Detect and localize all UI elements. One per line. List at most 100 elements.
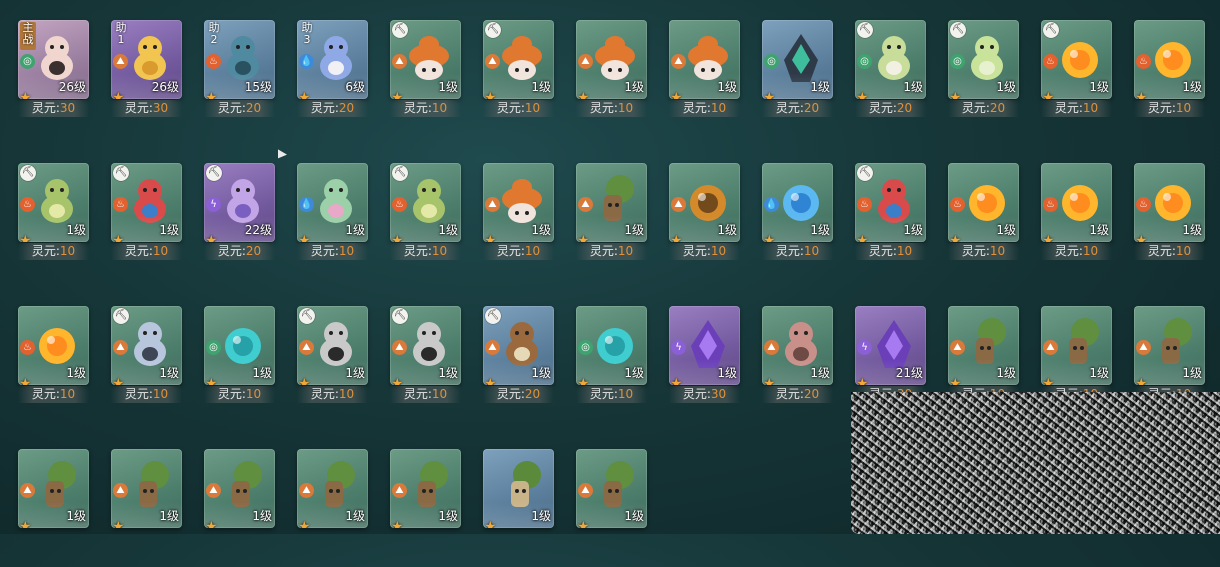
pet-card[interactable]: ⛏ ⛰ 1级 ★ — [483, 20, 554, 99]
pet-card[interactable]: ⛰ 1级 ★ — [297, 449, 368, 528]
spirit-cost-value: 10 — [431, 101, 448, 115]
star-icon: ★ — [391, 90, 404, 99]
pet-slot[interactable]: ⛰ 1级 ★ — [279, 429, 372, 567]
pet-slot[interactable]: ⛏ ⛰ 1级 ★ 灵元:10 — [93, 286, 186, 424]
pet-slot[interactable]: 1级 ★ — [465, 429, 558, 567]
pet-card[interactable]: ⛏ ♨ 1级 ★ — [390, 163, 461, 242]
pet-card[interactable]: ♨ 1级 ★ — [1041, 163, 1112, 242]
star-icon: ★ — [205, 90, 218, 99]
pet-level: 1级 — [531, 366, 551, 380]
pet-slot[interactable]: ⛰ 1级 ★ 灵元:20 — [744, 286, 837, 424]
pet-card[interactable]: ⛰ 1级 ★ — [483, 163, 554, 242]
pet-card[interactable]: ♨ 1级 ★ — [948, 163, 1019, 242]
pet-slot[interactable]: ◎ 1级 ★ 灵元:10 — [558, 286, 651, 424]
pet-slot[interactable]: ⛏ ◎ 1级 ★ 灵元:20 — [930, 0, 1023, 138]
pet-card[interactable]: ⛰ 1级 ★ — [669, 163, 740, 242]
pet-card[interactable]: ⛰ 1级 ★ — [762, 306, 833, 385]
pet-slot[interactable]: ♨ 1级 ★ 灵元:10 — [1116, 0, 1209, 138]
star-icon: ★ — [577, 376, 590, 385]
pet-slot[interactable]: ⛰1级★灵元:10 — [558, 143, 651, 281]
pet-card[interactable]: ⛏ ⛰ 1级 ★ — [390, 20, 461, 99]
pet-slot[interactable]: ⛏ ♨ 1级 ★ 灵元:10 — [837, 143, 930, 281]
pet-card[interactable]: 助 2 ♨ 15级 ★ — [204, 20, 275, 99]
pet-card[interactable]: 💧 1级 ★ — [762, 163, 833, 242]
pet-slot[interactable]: ♨ 1级 ★ 灵元:10 — [1116, 143, 1209, 281]
pet-slot[interactable]: ⛰ 1级 ★ — [372, 429, 465, 567]
spirit-cost-value: 10 — [245, 387, 262, 401]
pet-card[interactable]: ♨ 1级 ★ — [18, 306, 89, 385]
pet-card[interactable]: ⛏ ⛰ 1级 ★ — [297, 306, 368, 385]
pet-card[interactable]: ⛰ 1级 ★ — [18, 449, 89, 528]
pet-slot[interactable]: ⛏ ⛰ 1级 ★ 灵元:10 — [279, 286, 372, 424]
pet-slot[interactable]: ⛰1级★灵元:10 — [465, 143, 558, 281]
pet-slot[interactable]: 助 3 💧 6级 ★ 灵元:20 — [279, 0, 372, 138]
pet-slot[interactable]: ◎ 1级 ★ 灵元:10 — [186, 286, 279, 424]
pet-card[interactable]: ⛏ ♨ 1级 ★ — [18, 163, 89, 242]
pet-card[interactable]: ⛏ ϟ 22级 ★ — [204, 163, 275, 242]
pet-card[interactable]: ⛰ 1级 ★ — [1134, 306, 1205, 385]
pet-slot[interactable]: ♨ 1级 ★ 灵元:10 — [1023, 143, 1116, 281]
pet-card[interactable]: ◎ 1级 ★ — [576, 306, 647, 385]
pet-slot[interactable]: ϟ 1级 ★ 灵元:30 — [651, 286, 744, 424]
pet-card[interactable]: 1级 ★ — [483, 449, 554, 528]
pet-slot[interactable]: ⛰1级★灵元:10 — [651, 143, 744, 281]
pet-level: 1级 — [345, 366, 365, 380]
pet-slot[interactable]: ⛰1级★灵元:10 — [558, 0, 651, 138]
pet-slot[interactable]: ⛰ 1级 ★ — [93, 429, 186, 567]
pet-slot[interactable]: ⛏ ⛰ 1级 ★ 灵元:20 — [465, 286, 558, 424]
pet-card[interactable]: ⛰ 1级 ★ — [1041, 306, 1112, 385]
pet-card[interactable]: ⛏ ⛰ 1级 ★ — [111, 306, 182, 385]
pet-card[interactable]: ⛏ ◎ 1级 ★ — [855, 20, 926, 99]
spirit-cost-value: 20 — [245, 244, 262, 258]
pet-slot[interactable]: ♨ 1级 ★ 灵元:10 — [930, 143, 1023, 281]
pet-card[interactable]: ϟ 1级 ★ — [669, 306, 740, 385]
pet-level: 1级 — [624, 509, 644, 523]
pet-card[interactable]: ⛏ ♨ 1级 ★ — [1041, 20, 1112, 99]
pet-slot[interactable]: ⛏ ⛰ 1级 ★ 灵元:10 — [372, 286, 465, 424]
pet-card[interactable]: ⛰ 1级 ★ — [390, 449, 461, 528]
pet-card[interactable]: ϟ 21级 ★ — [855, 306, 926, 385]
pet-card[interactable]: ⛏ ⛰ 1级 ★ — [483, 306, 554, 385]
pet-slot[interactable]: 💧 1级 ★ 灵元:10 — [744, 143, 837, 281]
pet-card[interactable]: ◎ 1级 ★ — [762, 20, 833, 99]
pet-slot[interactable]: ◎ 1级 ★ 灵元:20 — [744, 0, 837, 138]
pet-card[interactable]: ⛰ 1级 ★ — [948, 306, 1019, 385]
pet-slot[interactable]: ⛰ 1级 ★ — [0, 429, 93, 567]
pet-slot[interactable]: ⛏ ♨ 1级 ★ 灵元:10 — [0, 143, 93, 281]
pet-slot[interactable]: ⛰ 1级 ★ — [558, 429, 651, 567]
pet-slot[interactable]: 助 1 ⛰ 26级 ★ 灵元:30 — [93, 0, 186, 138]
pet-card[interactable]: ◎ 1级 ★ — [204, 306, 275, 385]
pet-slot[interactable]: 助 2 ♨ 15级 ★ 灵元:20 — [186, 0, 279, 138]
pet-card[interactable]: 💧 1级 ★ — [297, 163, 368, 242]
pet-slot[interactable]: ⛏ ♨ 1级 ★ 灵元:10 — [372, 143, 465, 281]
pet-card[interactable]: ⛏ ♨ 1级 ★ — [855, 163, 926, 242]
pet-card[interactable]: ⛰ 1级 ★ — [576, 449, 647, 528]
pet-slot[interactable]: ⛏ ϟ 22级 ★ 灵元:20 — [186, 143, 279, 281]
pet-card[interactable]: ⛰ 1级 ★ — [669, 20, 740, 99]
pet-slot[interactable]: ♨ 1级 ★ 灵元:10 — [0, 286, 93, 424]
pet-card[interactable]: 助 1 ⛰ 26级 ★ — [111, 20, 182, 99]
pet-slot[interactable]: ⛏ ♨ 1级 ★ 灵元:10 — [93, 143, 186, 281]
pet-slot[interactable]: 💧 1级 ★ 灵元:10 — [279, 143, 372, 281]
pet-slot[interactable]: ⛰1级★灵元:10 — [651, 0, 744, 138]
pet-level: 1级 — [438, 80, 458, 94]
pet-card[interactable]: 主 战 ◎ 26级 ★ — [18, 20, 89, 99]
pet-card[interactable]: ⛰ 1级 ★ — [111, 449, 182, 528]
pet-level: 1级 — [903, 80, 923, 94]
pet-slot[interactable]: ⛏ ◎ 1级 ★ 灵元:20 — [837, 0, 930, 138]
pet-card[interactable]: 助 3 💧 6级 ★ — [297, 20, 368, 99]
fire-element-icon: ♨ — [1043, 197, 1058, 212]
pet-card[interactable]: ⛰ 1级 ★ — [576, 163, 647, 242]
pet-card[interactable]: ⛏ ⛰ 1级 ★ — [390, 306, 461, 385]
pet-slot[interactable]: ⛰ 1级 ★ — [186, 429, 279, 567]
pet-card[interactable]: ⛰ 1级 ★ — [204, 449, 275, 528]
pet-slot[interactable]: 主 战 ◎ 26级 ★ 灵元:30 — [0, 0, 93, 138]
pet-slot[interactable]: ⛏ ⛰ 1级 ★ 灵元:10 — [465, 0, 558, 138]
pet-card[interactable]: ⛏ ♨ 1级 ★ — [111, 163, 182, 242]
pet-card[interactable]: ♨ 1级 ★ — [1134, 20, 1205, 99]
pet-slot[interactable]: ⛏ ⛰ 1级 ★ 灵元:10 — [372, 0, 465, 138]
pet-card[interactable]: ⛰ 1级 ★ — [576, 20, 647, 99]
pet-slot[interactable]: ⛏ ♨ 1级 ★ 灵元:10 — [1023, 0, 1116, 138]
pet-card[interactable]: ♨ 1级 ★ — [1134, 163, 1205, 242]
pet-card[interactable]: ⛏ ◎ 1级 ★ — [948, 20, 1019, 99]
